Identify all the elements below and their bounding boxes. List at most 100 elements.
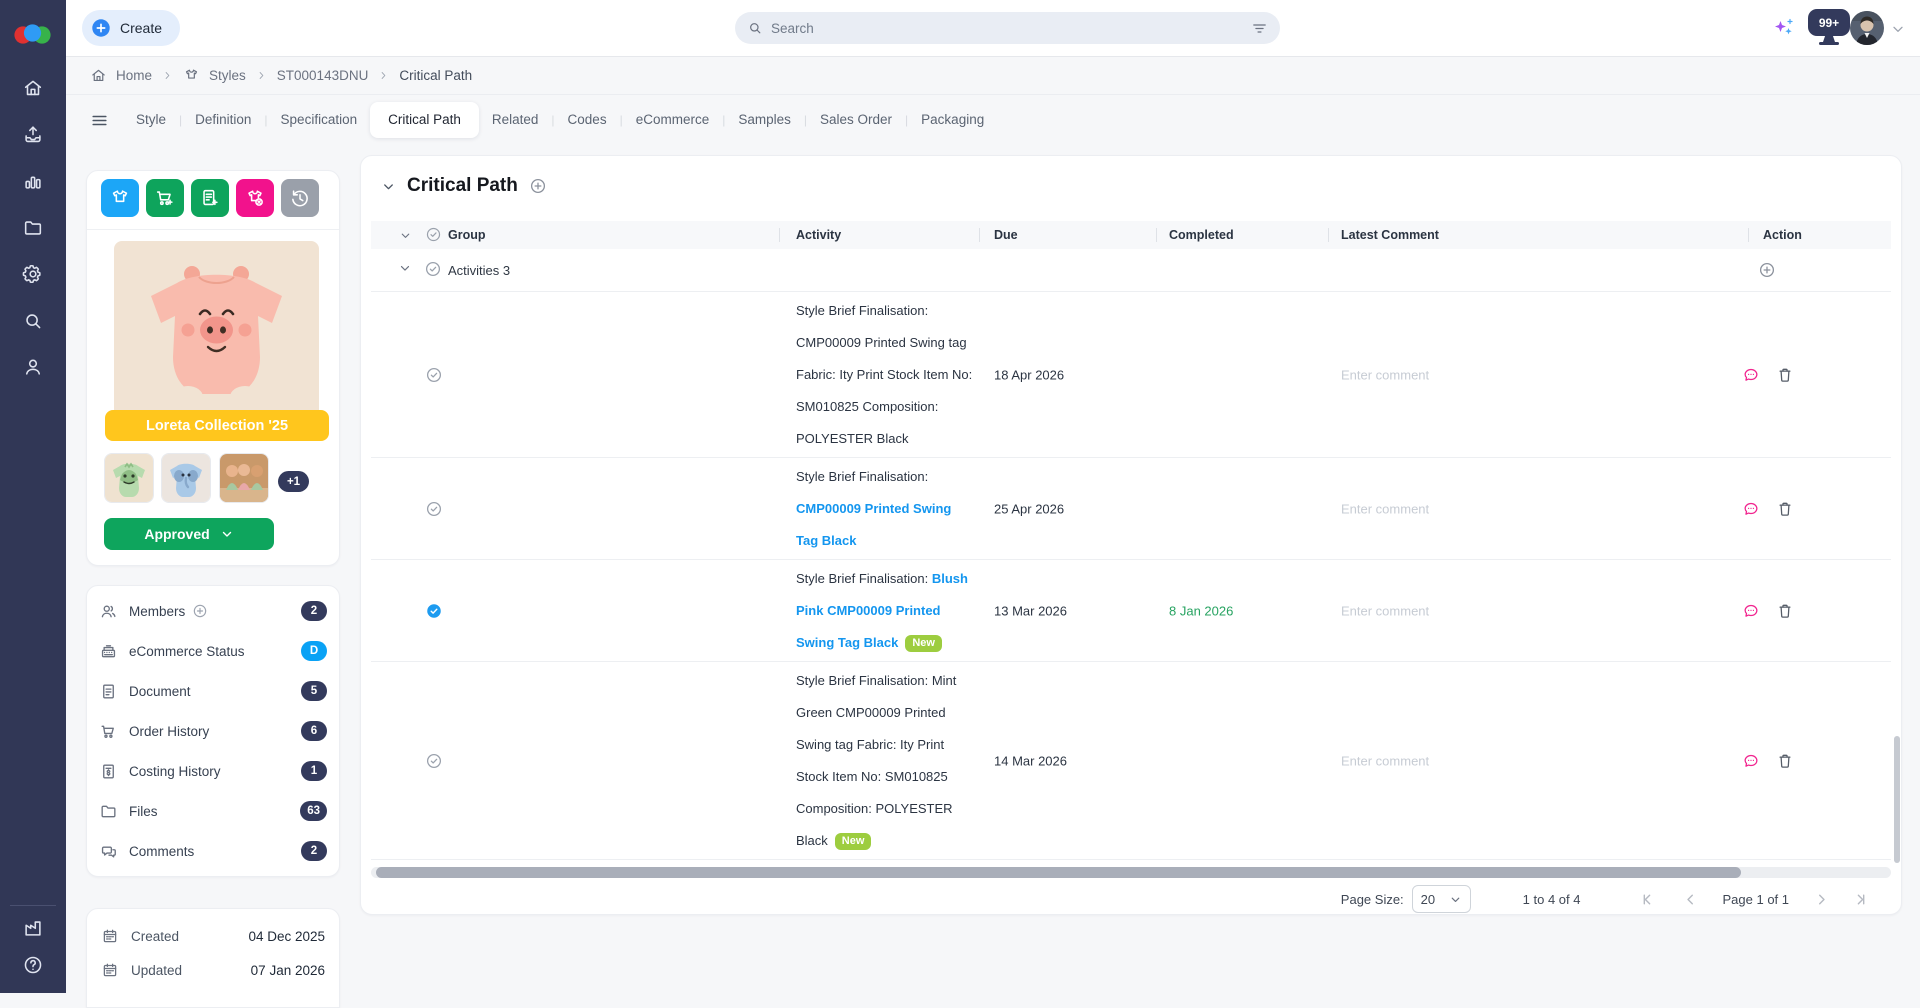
global-search[interactable] (735, 12, 1280, 44)
app-logo[interactable] (13, 18, 53, 52)
shirt-button[interactable] (101, 179, 139, 217)
tab-specification[interactable]: Specification (268, 102, 371, 138)
nav-folder-icon[interactable] (22, 217, 44, 239)
group-collapse-icon[interactable] (398, 261, 412, 275)
prev-page-icon[interactable] (1682, 891, 1699, 908)
horizontal-scrollbar[interactable] (371, 867, 1891, 878)
summary-item-order-history[interactable]: Order History6 (99, 711, 327, 751)
nav-help-icon[interactable] (22, 954, 44, 976)
nav-factory-icon[interactable] (22, 917, 44, 939)
delete-icon[interactable] (1776, 366, 1794, 384)
notifications-badge[interactable]: 99+ (1808, 9, 1850, 36)
tab-style[interactable]: Style (123, 102, 179, 138)
add-member-icon[interactable] (192, 603, 208, 619)
comment-icon[interactable] (1742, 602, 1760, 620)
activity-link[interactable]: CMP00009 Printed Swing (796, 501, 951, 516)
nav-upload-icon[interactable] (22, 124, 44, 146)
last-page-icon[interactable] (1852, 891, 1869, 908)
search-input[interactable] (771, 21, 1243, 36)
doc-plus-button[interactable] (191, 179, 229, 217)
breadcrumb-styles-icon (183, 67, 200, 84)
column-header-activity[interactable]: Activity (796, 221, 841, 249)
status-dropdown[interactable]: Approved (104, 518, 274, 550)
next-page-icon[interactable] (1813, 891, 1830, 908)
breadcrumb-item-styles[interactable]: Styles (209, 68, 246, 83)
row-check-icon[interactable] (425, 366, 443, 384)
summary-item-files[interactable]: Files63 (99, 791, 327, 831)
tab-packaging[interactable]: Packaging (908, 102, 997, 138)
column-header-action[interactable]: Action (1763, 221, 1802, 249)
header-collapse-icon[interactable] (399, 229, 412, 242)
group-add-icon[interactable] (1758, 261, 1776, 279)
tab-samples[interactable]: Samples (725, 102, 804, 138)
thumbnail-1[interactable] (104, 453, 154, 503)
tab-codes[interactable]: Codes (555, 102, 620, 138)
header-check-icon[interactable] (425, 226, 442, 243)
activity-link[interactable]: Blush (932, 571, 968, 586)
thumbnail-2[interactable] (161, 453, 211, 503)
activity-link[interactable]: Tag Black (796, 533, 856, 548)
comment-input[interactable]: Enter comment (1341, 753, 1429, 768)
row-check-icon[interactable] (425, 500, 443, 518)
collection-banner[interactable]: Loreta Collection '25 (105, 410, 329, 441)
summary-item-ecommerce-status[interactable]: eCommerce StatusD (99, 631, 327, 671)
tab-related[interactable]: Related (479, 102, 552, 138)
group-check-icon[interactable] (424, 260, 442, 278)
history-button[interactable] (281, 179, 319, 217)
menu-icon[interactable] (90, 111, 109, 130)
comment-input[interactable]: Enter comment (1341, 367, 1429, 382)
comment-icon[interactable] (1742, 366, 1760, 384)
thumbnail-3[interactable] (219, 453, 269, 503)
page-size-select[interactable]: 20 (1412, 885, 1471, 913)
activity-link[interactable]: Pink CMP00009 Printed (796, 603, 941, 618)
breadcrumb-item-st000143dnu[interactable]: ST000143DNU (277, 68, 369, 83)
comment-icon[interactable] (1742, 752, 1760, 770)
column-header-latest-comment[interactable]: Latest Comment (1341, 221, 1439, 249)
nav-home-icon[interactable] (22, 77, 44, 99)
group-row[interactable]: Activities 3 (371, 249, 1891, 292)
column-header-due[interactable]: Due (994, 221, 1018, 249)
avatar[interactable] (1850, 11, 1884, 45)
column-header-group[interactable]: Group (448, 221, 486, 249)
summary-item-comments[interactable]: Comments2 (99, 831, 327, 871)
nav-user-icon[interactable] (22, 356, 44, 378)
summary-item-document[interactable]: Document5 (99, 671, 327, 711)
breadcrumb-item-critical-path[interactable]: Critical Path (399, 68, 472, 83)
more-images-badge[interactable]: +1 (278, 471, 309, 492)
add-activity-icon[interactable] (529, 177, 547, 195)
delete-icon[interactable] (1776, 602, 1794, 620)
nav-settings-icon[interactable] (22, 263, 44, 285)
activity-link[interactable]: Swing Tag Black (796, 635, 898, 650)
product-image[interactable] (114, 241, 319, 410)
comment-icon[interactable] (1742, 500, 1760, 518)
shirt-x-button[interactable] (236, 179, 274, 217)
nav-search-icon[interactable] (22, 310, 44, 332)
account-chevron-icon[interactable] (1890, 21, 1906, 37)
tab-ecommerce[interactable]: eCommerce (623, 102, 723, 138)
vertical-scrollbar-thumb[interactable] (1894, 736, 1900, 863)
section-collapse-icon[interactable] (381, 179, 396, 194)
breadcrumb-item-home[interactable]: Home (116, 68, 152, 83)
delete-icon[interactable] (1776, 752, 1794, 770)
nav-analytics-icon[interactable] (22, 170, 44, 192)
first-page-icon[interactable] (1639, 891, 1656, 908)
comment-input[interactable]: Enter comment (1341, 603, 1429, 618)
column-header-completed[interactable]: Completed (1169, 221, 1234, 249)
cart-plus-button[interactable] (146, 179, 184, 217)
delete-icon[interactable] (1776, 500, 1794, 518)
row-check-icon[interactable] (425, 752, 443, 770)
horizontal-scrollbar-thumb[interactable] (376, 867, 1741, 878)
summary-item-costing-history[interactable]: Costing History1 (99, 751, 327, 791)
tab-sales-order[interactable]: Sales Order (807, 102, 905, 138)
filter-icon[interactable] (1251, 20, 1268, 37)
comment-input[interactable]: Enter comment (1341, 501, 1429, 516)
create-button[interactable]: Create (82, 10, 180, 46)
ai-sparkles-icon[interactable] (1772, 17, 1796, 41)
tab-critical-path[interactable]: Critical Path (370, 102, 479, 138)
activity-text: POLYESTER Black (796, 431, 908, 446)
activity-row: Style Brief Finalisation: MintGreen CMP0… (371, 662, 1891, 860)
top-bar: Create 99+ (66, 0, 1920, 57)
summary-item-members[interactable]: Members2 (99, 591, 327, 631)
row-check-icon-checked[interactable] (425, 602, 443, 620)
tab-definition[interactable]: Definition (182, 102, 264, 138)
